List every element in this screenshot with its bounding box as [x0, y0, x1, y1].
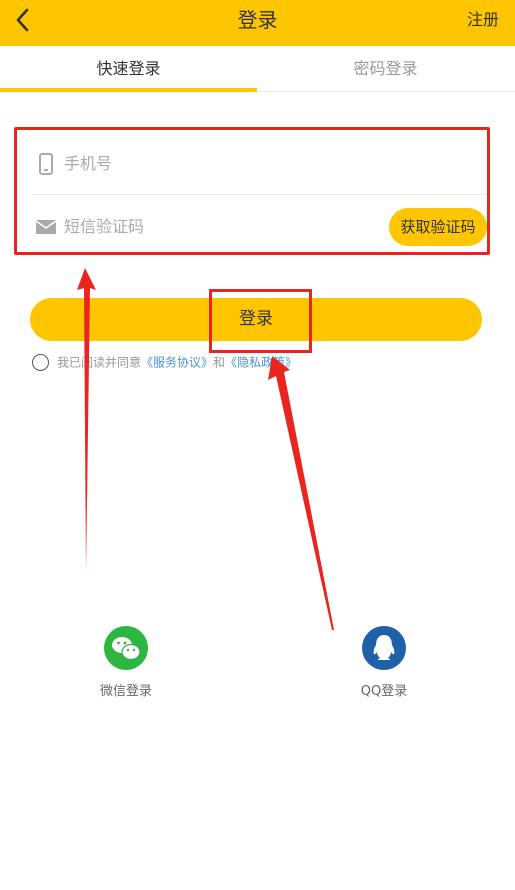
wechat-login-label: 微信登录 [99, 684, 152, 699]
active-tab-indicator [0, 88, 257, 92]
login-button-highlight [209, 289, 312, 353]
arrow-to-login [268, 356, 334, 630]
phone-input[interactable]: 手机号 [64, 133, 112, 195]
page-title: 登录 [237, 8, 278, 32]
login-tabs: 快速登录 密码登录 [0, 46, 515, 92]
agreement-row: 我已阅读并同意《服务协议》和《隐私政策》 [32, 353, 297, 371]
get-code-button[interactable]: 获取验证码 [389, 208, 487, 246]
phone-icon [39, 153, 53, 175]
agreement-prefix: 我已阅读并同意 [57, 355, 142, 370]
sms-code-input[interactable]: 短信验证码 [64, 196, 144, 258]
qq-login-label: QQ登录 [360, 684, 408, 699]
mail-icon [35, 220, 57, 234]
tab-quick-login[interactable]: 快速登录 [0, 46, 257, 92]
register-link[interactable]: 注册 [467, 0, 499, 40]
wechat-login[interactable]: 微信登录 [66, 626, 186, 699]
code-row: 短信验证码 获取验证码 [31, 196, 487, 258]
privacy-policy-link[interactable]: 《隐私政策》 [225, 356, 297, 370]
qq-icon[interactable] [362, 626, 406, 670]
top-bar: 登录 注册 [0, 0, 515, 46]
wechat-icon[interactable] [104, 626, 148, 670]
phone-row: 手机号 [31, 133, 485, 195]
tab-password-login[interactable]: 密码登录 [257, 46, 514, 92]
login-form-highlight: 手机号 短信验证码 获取验证码 [14, 127, 490, 255]
service-agreement-link[interactable]: 《服务协议》 [141, 356, 213, 370]
agreement-and: 和 [213, 355, 226, 370]
qq-login[interactable]: QQ登录 [324, 626, 444, 699]
agree-checkbox[interactable] [32, 354, 49, 371]
